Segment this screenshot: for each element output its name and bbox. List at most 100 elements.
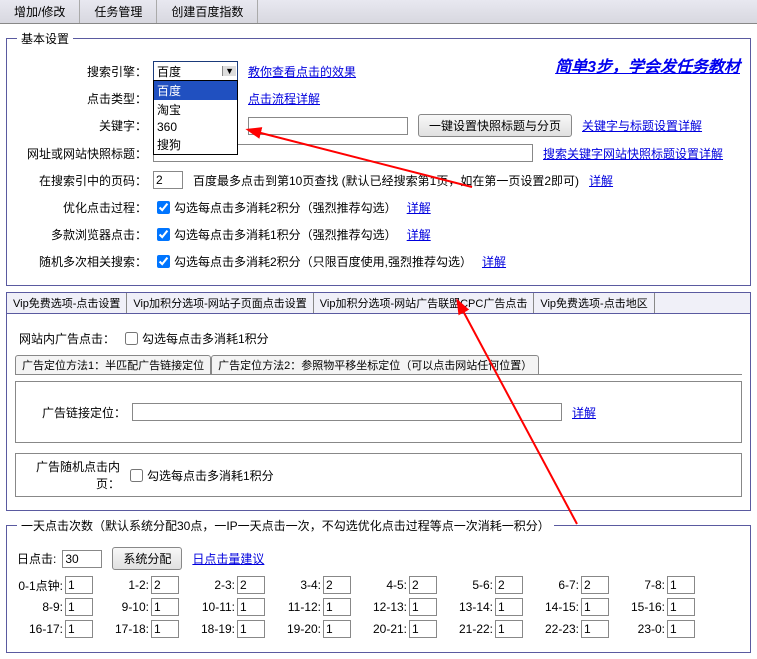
vip-tabs: Vip免费选项-点击设置 Vip加积分选项-网站子页面点击设置 Vip加积分选项… [6,292,751,314]
hour-input-13[interactable] [495,598,523,616]
hour-input-6[interactable] [581,576,609,594]
hour-cell-18: 18-19: [189,620,265,638]
browser-checkbox[interactable] [157,228,170,241]
ad-locate-input[interactable] [132,403,562,421]
hour-input-4[interactable] [409,576,437,594]
hour-input-1[interactable] [151,576,179,594]
ad-method-tab-1[interactable]: 广告定位方法1：半匹配广告链接定位 [15,355,211,374]
hour-grid: 0-1点钟:1-2:2-3:3-4:4-5:5-6:6-7:7-8:8-9:9-… [17,576,740,638]
hour-input-5[interactable] [495,576,523,594]
hour-label: 18-19: [189,622,235,636]
hour-label: 16-17: [17,622,63,636]
page-input[interactable] [153,171,183,189]
hour-cell-7: 7-8: [619,576,695,594]
opt-label: 优化点击过程： [17,199,147,216]
url-label: 网址或网站快照标题： [17,145,147,162]
hour-input-9[interactable] [151,598,179,616]
page-detail-link[interactable]: 详解 [589,172,613,189]
hour-cell-17: 17-18: [103,620,179,638]
basic-settings: 基本设置 简单3步，学会发任务教材 搜索引擎： 百度 ▼ 百度 淘宝 360 搜… [6,30,751,286]
ad-random-label: 广告随机点击内页： [20,458,120,492]
ad-method-tabs: 广告定位方法1：半匹配广告链接定位 广告定位方法2：参照物平移坐标定位（可以点击… [15,355,742,375]
hour-cell-15: 15-16: [619,598,695,616]
hour-input-8[interactable] [65,598,93,616]
ad-method-tab-2[interactable]: 广告定位方法2：参照物平移坐标定位（可以点击网站任何位置） [211,355,539,374]
hour-input-20[interactable] [409,620,437,638]
hour-input-16[interactable] [65,620,93,638]
random-checkbox[interactable] [157,255,170,268]
hour-cell-6: 6-7: [533,576,609,594]
hour-input-0[interactable] [65,576,93,594]
menu-task-manage[interactable]: 任务管理 [80,0,157,23]
keyword-input[interactable] [248,117,408,135]
option-360[interactable]: 360 [154,119,237,135]
hour-input-17[interactable] [151,620,179,638]
search-engine-select[interactable]: 百度 ▼ 百度 淘宝 360 搜狗 [153,61,238,82]
hour-input-3[interactable] [323,576,351,594]
hour-label: 9-10: [103,600,149,614]
promo-link[interactable]: 简单3步，学会发任务教材 [555,53,740,77]
option-taobao[interactable]: 淘宝 [154,100,237,119]
opt-link[interactable]: 详解 [407,199,431,216]
system-alloc-button[interactable]: 系统分配 [112,547,182,570]
random-link[interactable]: 详解 [482,253,506,270]
quick-set-button[interactable]: 一键设置快照标题与分页 [418,114,572,137]
hour-cell-16: 16-17: [17,620,93,638]
teach-link[interactable]: 教你查看点击的效果 [248,63,356,80]
menu-create-index[interactable]: 创建百度指数 [157,0,258,23]
hour-cell-23: 23-0: [619,620,695,638]
hour-input-15[interactable] [667,598,695,616]
tab-vip-region[interactable]: Vip免费选项-点击地区 [534,293,654,313]
search-engine-selected: 百度 [157,63,181,80]
hour-cell-4: 4-5: [361,576,437,594]
hour-cell-11: 11-12: [275,598,351,616]
chevron-down-icon[interactable]: ▼ [222,66,236,76]
keyword-label: 关键字： [17,117,147,134]
hour-cell-3: 3-4: [275,576,351,594]
hour-cell-14: 14-15: [533,598,609,616]
hour-input-7[interactable] [667,576,695,594]
option-sogou[interactable]: 搜狗 [154,135,237,154]
search-engine-options: 百度 淘宝 360 搜狗 [153,80,238,155]
day-suggest-link[interactable]: 日点击量建议 [192,550,264,567]
hour-input-14[interactable] [581,598,609,616]
hour-input-22[interactable] [581,620,609,638]
hour-input-2[interactable] [237,576,265,594]
ad-locate-label: 广告链接定位： [26,404,126,421]
hour-input-18[interactable] [237,620,265,638]
opt-text: 勾选每点击多消耗2积分（强烈推荐勾选） [174,199,397,216]
random-text: 勾选每点击多消耗2积分（只限百度使用,强烈推荐勾选） [174,253,472,270]
hour-label: 8-9: [17,600,63,614]
url-link[interactable]: 搜索关键字网站快照标题设置详解 [543,145,723,162]
day-click-input[interactable] [62,550,102,568]
hour-input-11[interactable] [323,598,351,616]
day-click-label: 日点击: [17,550,56,567]
click-flow-link[interactable]: 点击流程详解 [248,90,320,107]
menubar: 增加/修改 任务管理 创建百度指数 [0,0,757,24]
ad-click-checkbox[interactable] [125,332,138,345]
hour-input-21[interactable] [495,620,523,638]
hour-input-19[interactable] [323,620,351,638]
browser-link[interactable]: 详解 [407,226,431,243]
search-engine-label: 搜索引擎： [17,63,147,80]
daily-legend: 一天点击次数（默认系统分配30点，一IP一天点击一次，不勾选优化点击过程等点一次… [17,517,554,534]
hour-input-10[interactable] [237,598,265,616]
tab-vip-subpage[interactable]: Vip加积分选项-网站子页面点击设置 [127,293,313,313]
keyword-link[interactable]: 关键字与标题设置详解 [582,117,702,134]
ad-random-checkbox[interactable] [130,469,143,482]
hour-cell-13: 13-14: [447,598,523,616]
hour-input-23[interactable] [667,620,695,638]
menu-add-edit[interactable]: 增加/修改 [0,0,80,23]
hour-cell-22: 22-23: [533,620,609,638]
option-baidu[interactable]: 百度 [154,81,237,100]
ad-locate-link[interactable]: 详解 [572,404,596,421]
daily-clicks: 一天点击次数（默认系统分配30点，一IP一天点击一次，不勾选优化点击过程等点一次… [6,517,751,653]
hour-label: 13-14: [447,600,493,614]
tab-vip-cpc[interactable]: Vip加积分选项-网站广告联盟CPC广告点击 [314,293,535,313]
tab-vip-click[interactable]: Vip免费选项-点击设置 [7,293,127,313]
hour-label: 14-15: [533,600,579,614]
opt-checkbox[interactable] [157,201,170,214]
hour-label: 22-23: [533,622,579,636]
hour-cell-8: 8-9: [17,598,93,616]
hour-input-12[interactable] [409,598,437,616]
